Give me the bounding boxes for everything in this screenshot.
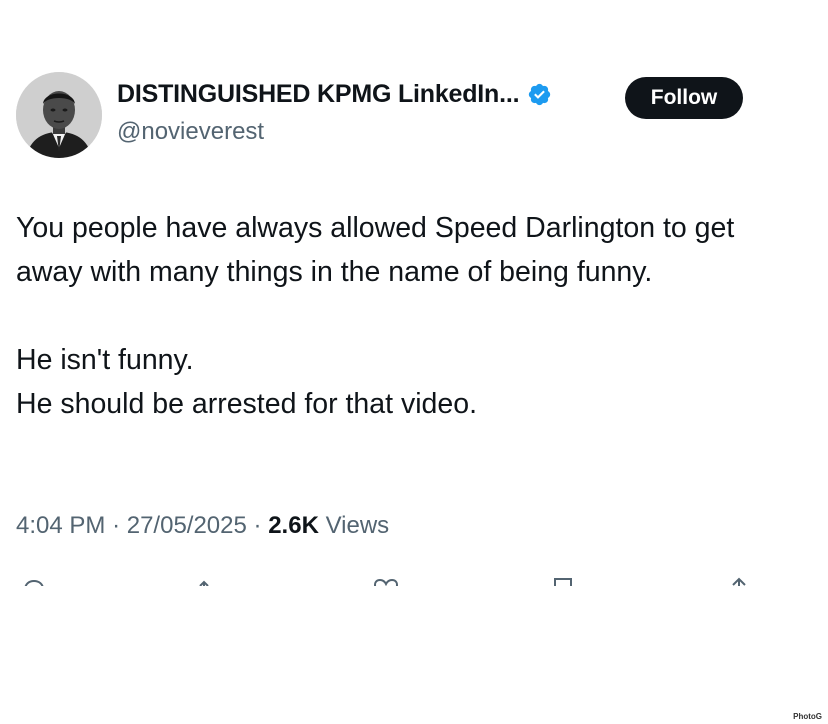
meta-separator: · [112,512,121,539]
tweet-meta: 4:04 PM · 27/05/2025 · 2.6K Views [16,512,389,540]
tweet-date[interactable]: 27/05/2025 [127,512,247,539]
author-name-row[interactable]: DISTINGUISHED KPMG LinkedIn... [117,80,552,109]
tweet-paragraph: You people have always allowed Speed Dar… [16,212,735,288]
action-bar [0,570,828,586]
retweet-icon[interactable] [196,576,224,586]
follow-button[interactable]: Follow [625,77,743,119]
watermark: PhotoG [793,712,822,721]
reply-icon[interactable] [20,576,48,586]
tweet-time[interactable]: 4:04 PM [16,512,105,539]
share-icon[interactable] [725,576,753,586]
like-icon[interactable] [372,576,400,586]
tweet-line: He should be arrested for that video. [16,388,478,420]
meta-separator: · [253,512,262,539]
avatar[interactable] [16,72,102,158]
bookmark-icon[interactable] [549,576,577,586]
views-count: 2.6K [268,512,319,539]
verified-badge-icon [529,83,551,106]
profile-photo-icon [16,72,102,158]
views-label: Views [325,512,390,539]
author-handle[interactable]: @novieverest [117,118,264,146]
author-display-name[interactable]: DISTINGUISHED KPMG LinkedIn... [117,80,520,109]
tweet-text: You people have always allowed Speed Dar… [16,206,776,426]
tweet-line: He isn't funny. [16,344,194,376]
